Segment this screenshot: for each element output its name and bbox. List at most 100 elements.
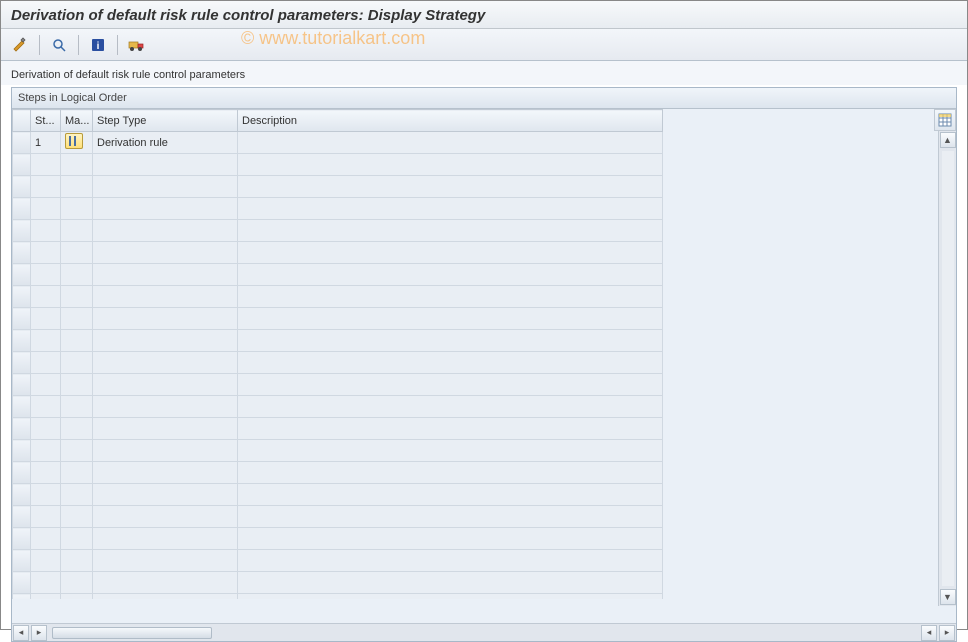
table-row[interactable] <box>13 462 663 484</box>
table-row[interactable]: 1Derivation rule <box>13 132 663 154</box>
cell-step-type[interactable] <box>93 176 238 198</box>
cell-description[interactable] <box>238 352 663 374</box>
table-row[interactable] <box>13 330 663 352</box>
cell-description[interactable] <box>238 220 663 242</box>
cell-step-type[interactable] <box>93 418 238 440</box>
cell-maint[interactable] <box>61 242 93 264</box>
row-selector[interactable] <box>13 308 31 330</box>
cell-step-no[interactable] <box>31 198 61 220</box>
cell-maint[interactable] <box>61 198 93 220</box>
cell-maint[interactable] <box>61 154 93 176</box>
cell-step-no[interactable] <box>31 242 61 264</box>
table-row[interactable] <box>13 154 663 176</box>
scroll-first-button[interactable]: ◂ <box>13 625 29 641</box>
cell-step-no[interactable] <box>31 528 61 550</box>
cell-maint[interactable] <box>61 176 93 198</box>
row-selector[interactable] <box>13 594 31 600</box>
col-rowselect[interactable] <box>13 110 31 132</box>
cell-step-no[interactable] <box>31 396 61 418</box>
cell-step-no[interactable] <box>31 594 61 600</box>
cell-step-type[interactable] <box>93 198 238 220</box>
row-selector[interactable] <box>13 550 31 572</box>
row-selector[interactable] <box>13 440 31 462</box>
col-step-no[interactable]: St... <box>31 110 61 132</box>
cell-description[interactable] <box>238 286 663 308</box>
cell-step-type[interactable] <box>93 352 238 374</box>
row-selector[interactable] <box>13 462 31 484</box>
row-selector[interactable] <box>13 154 31 176</box>
cell-maint[interactable] <box>61 308 93 330</box>
cell-step-type[interactable] <box>93 550 238 572</box>
table-row[interactable] <box>13 352 663 374</box>
cell-description[interactable] <box>238 484 663 506</box>
cell-step-no[interactable] <box>31 308 61 330</box>
cell-maint[interactable] <box>61 352 93 374</box>
cell-description[interactable] <box>238 132 663 154</box>
row-selector[interactable] <box>13 572 31 594</box>
cell-step-no[interactable] <box>31 374 61 396</box>
cell-step-type[interactable] <box>93 374 238 396</box>
cell-maint[interactable] <box>61 330 93 352</box>
table-row[interactable] <box>13 220 663 242</box>
cell-maint[interactable] <box>61 132 93 154</box>
cell-maint[interactable] <box>61 528 93 550</box>
cell-description[interactable] <box>238 374 663 396</box>
cell-maint[interactable] <box>61 440 93 462</box>
table-row[interactable] <box>13 506 663 528</box>
row-selector[interactable] <box>13 352 31 374</box>
row-selector[interactable] <box>13 220 31 242</box>
cell-step-type[interactable] <box>93 396 238 418</box>
cell-maint[interactable] <box>61 264 93 286</box>
table-row[interactable] <box>13 440 663 462</box>
cell-maint[interactable] <box>61 484 93 506</box>
row-selector[interactable] <box>13 418 31 440</box>
cell-step-type[interactable]: Derivation rule <box>93 132 238 154</box>
table-row[interactable] <box>13 264 663 286</box>
cell-maint[interactable] <box>61 572 93 594</box>
cell-description[interactable] <box>238 528 663 550</box>
info-button[interactable]: i <box>87 34 109 56</box>
row-selector[interactable] <box>13 132 31 154</box>
cell-maint[interactable] <box>61 374 93 396</box>
cell-step-type[interactable] <box>93 264 238 286</box>
cell-step-type[interactable] <box>93 330 238 352</box>
table-row[interactable] <box>13 242 663 264</box>
scroll-left-button[interactable]: ▸ <box>31 625 47 641</box>
cell-step-no[interactable] <box>31 220 61 242</box>
table-row[interactable] <box>13 396 663 418</box>
row-selector[interactable] <box>13 484 31 506</box>
scroll-last-button[interactable]: ▸ <box>939 625 955 641</box>
cell-step-no[interactable] <box>31 418 61 440</box>
cell-step-type[interactable] <box>93 440 238 462</box>
cell-description[interactable] <box>238 594 663 600</box>
cell-description[interactable] <box>238 330 663 352</box>
table-row[interactable] <box>13 484 663 506</box>
cell-maint[interactable] <box>61 594 93 600</box>
row-selector[interactable] <box>13 242 31 264</box>
cell-description[interactable] <box>238 440 663 462</box>
cell-step-type[interactable] <box>93 242 238 264</box>
change-mode-button[interactable] <box>9 34 31 56</box>
table-row[interactable] <box>13 594 663 600</box>
cell-description[interactable] <box>238 550 663 572</box>
cell-step-no[interactable] <box>31 550 61 572</box>
cell-step-no[interactable] <box>31 484 61 506</box>
table-row[interactable] <box>13 308 663 330</box>
cell-description[interactable] <box>238 154 663 176</box>
table-row[interactable] <box>13 528 663 550</box>
cell-maint[interactable] <box>61 286 93 308</box>
cell-description[interactable] <box>238 572 663 594</box>
cell-step-no[interactable] <box>31 506 61 528</box>
table-row[interactable] <box>13 198 663 220</box>
horizontal-scrollbar[interactable]: ◂ ▸ ◂ ▸ <box>12 623 956 641</box>
cell-maint[interactable] <box>61 462 93 484</box>
table-row[interactable] <box>13 418 663 440</box>
row-selector[interactable] <box>13 330 31 352</box>
cell-description[interactable] <box>238 418 663 440</box>
row-selector[interactable] <box>13 528 31 550</box>
vertical-scrollbar[interactable]: ▲ ▼ <box>938 131 956 606</box>
cell-step-type[interactable] <box>93 220 238 242</box>
cell-description[interactable] <box>238 176 663 198</box>
cell-step-no[interactable] <box>31 176 61 198</box>
row-selector[interactable] <box>13 506 31 528</box>
